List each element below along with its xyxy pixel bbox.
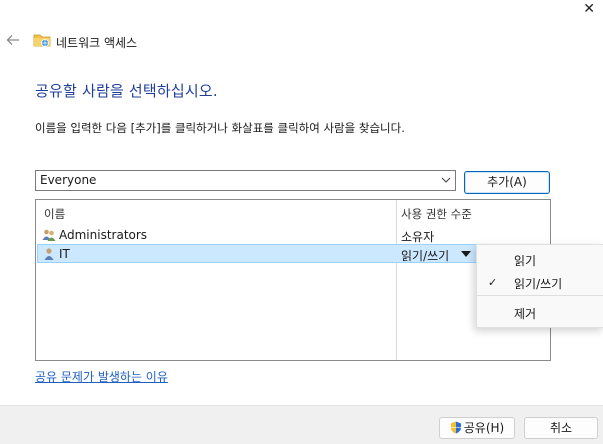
- sharing-list[interactable]: 이름 사용 권한 수준 Administrators 소유자 IT 읽기/쓰기: [35, 199, 551, 361]
- close-icon[interactable]: ✕: [583, 2, 595, 16]
- row-permission: 소유자: [401, 230, 435, 244]
- share-button-label: 공유(H): [463, 421, 505, 435]
- list-row-it-selected[interactable]: [37, 244, 549, 263]
- help-link[interactable]: 공유 문제가 발생하는 이유: [35, 368, 168, 385]
- menu-item-read-write[interactable]: 읽기/쓰기: [514, 275, 562, 292]
- checkmark-icon: ✓: [488, 276, 498, 289]
- combo-value: Everyone: [40, 173, 97, 187]
- column-header-name[interactable]: 이름: [44, 206, 65, 222]
- cancel-button[interactable]: 취소: [524, 417, 598, 439]
- menu-item-read[interactable]: 읽기: [514, 252, 536, 269]
- menu-item-remove[interactable]: 제거: [514, 305, 536, 322]
- name-combo-box[interactable]: Everyone: [35, 170, 456, 191]
- row-permission[interactable]: 읽기/쓰기: [401, 247, 449, 264]
- back-arrow-icon[interactable]: [6, 33, 20, 47]
- permission-menu: 읽기 ✓ 읽기/쓰기 제거: [476, 244, 603, 328]
- share-button[interactable]: 공유(H): [439, 417, 515, 439]
- dialog-footer: 공유(H) 취소: [0, 405, 603, 444]
- uac-shield-icon: [450, 421, 461, 434]
- window-title: 네트워크 액세스: [56, 36, 138, 50]
- users-group-icon: [42, 229, 56, 241]
- page-heading: 공유할 사람을 선택하십시오.: [35, 82, 218, 100]
- caret-down-icon[interactable]: [461, 251, 471, 258]
- chevron-down-icon[interactable]: [441, 175, 451, 185]
- row-name: Administrators: [59, 228, 148, 242]
- column-header-permission[interactable]: 사용 권한 수준: [401, 206, 472, 222]
- add-button[interactable]: 추가(A): [464, 171, 550, 194]
- instructions-text: 이름을 입력한 다음 [추가]를 클릭하거나 화살표를 클릭하여 사람을 찾습니…: [35, 121, 405, 135]
- user-icon: [44, 248, 54, 260]
- network-folder-icon: [33, 34, 51, 47]
- column-divider: [396, 200, 397, 360]
- row-name: IT: [59, 247, 70, 261]
- menu-divider: [477, 295, 603, 296]
